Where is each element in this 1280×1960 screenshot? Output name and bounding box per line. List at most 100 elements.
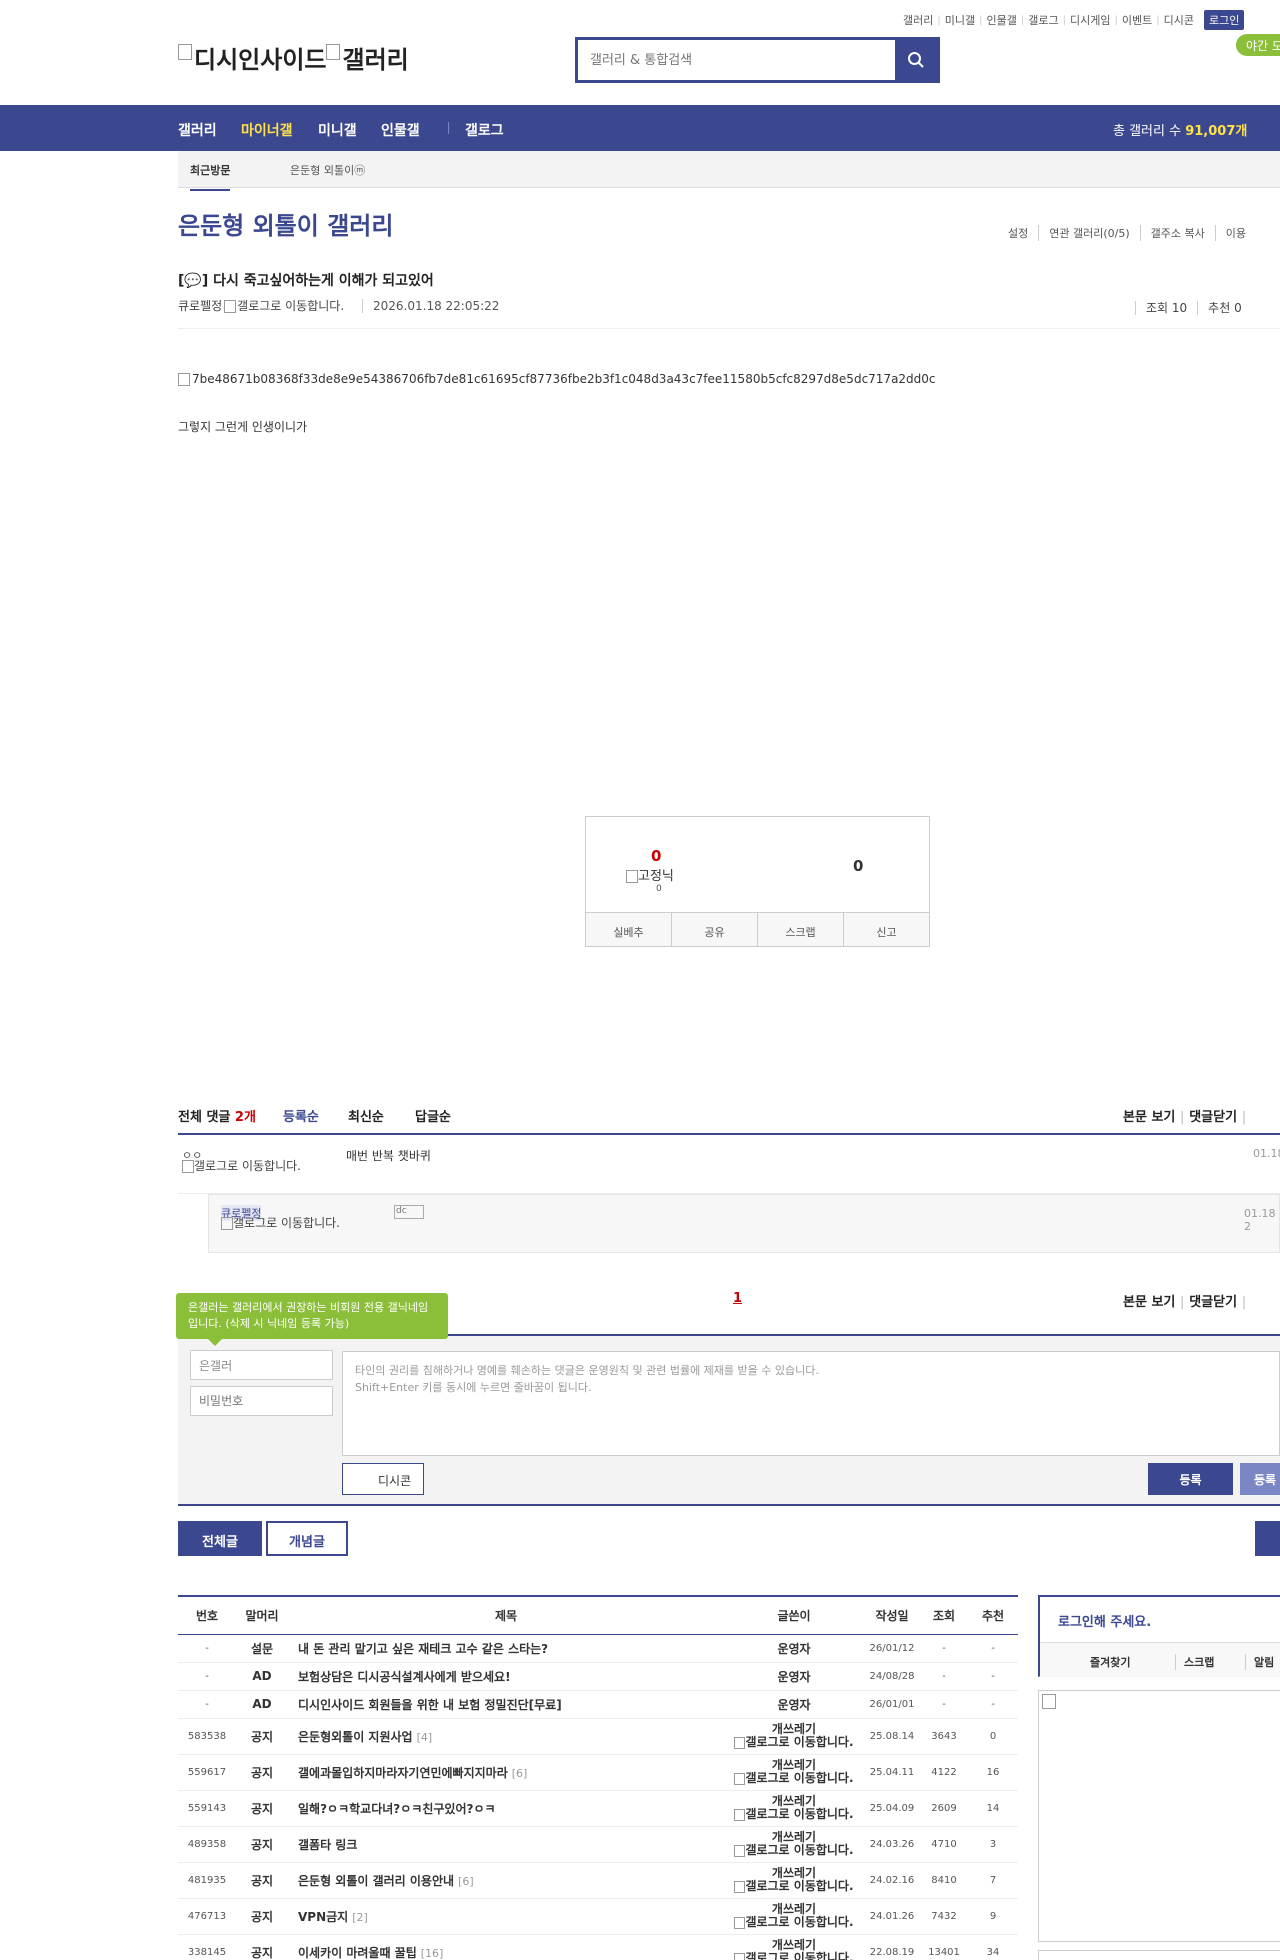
post-image[interactable]: 7be48671b08368f33de8e9e54386706fb7de81c6…: [178, 372, 936, 386]
scrap-link[interactable]: 스크랩: [1175, 1654, 1214, 1670]
post-writer[interactable]: 개쓰레기 갤로그로 이동합니다.: [724, 1790, 864, 1827]
nav-gallog[interactable]: 갤로그: [465, 120, 504, 140]
writer-gallog[interactable]: 갤로그로 이동합니다.: [724, 1844, 864, 1857]
dccon-button[interactable]: 디시콘: [342, 1463, 424, 1495]
recommend-up-count[interactable]: 0: [651, 847, 661, 865]
view-post-link-2[interactable]: 본문 보기: [1123, 1295, 1175, 1310]
table-row[interactable]: 489358 공지 갤폼타 링크 개쓰레기 갤로그로 이동합니다. 24.03.26 471…: [178, 1826, 1018, 1863]
util-link-person[interactable]: 인물갤: [987, 12, 1017, 28]
post-title-link[interactable]: VPN금지 [2]: [288, 1898, 724, 1935]
reply-count[interactable]: [4]: [417, 1731, 433, 1744]
post-writer[interactable]: 운영자: [724, 1690, 864, 1719]
reply-count[interactable]: [6]: [458, 1875, 474, 1888]
util-link-event[interactable]: 이벤트: [1122, 12, 1152, 28]
table-row[interactable]: 559143 공지 일해?ㅇㅋ학교다녀?ㅇㅋ친구있어?ㅇㅋ 개쓰레기 갤로그로 이동합니…: [178, 1790, 1018, 1827]
writer-gallog[interactable]: 갤로그로 이동합니다.: [724, 1880, 864, 1893]
gallery-title[interactable]: 은둔형 외톨이 갤러리: [178, 206, 393, 241]
gallery-settings-link[interactable]: 설정: [1008, 225, 1038, 241]
share-button[interactable]: 공유: [671, 913, 757, 946]
tab-all-posts[interactable]: 전체글: [178, 1521, 262, 1556]
reply-gallog[interactable]: 갤로그로 이동합니다.: [221, 1217, 351, 1230]
post-title-text[interactable]: 은둔형외톨이 지원사업: [298, 1730, 413, 1744]
gallog-icon[interactable]: [224, 300, 237, 313]
post-gallog-alt[interactable]: 갤로그로 이동합니다.: [237, 299, 344, 313]
post-title-link[interactable]: 갤폼타 링크: [288, 1826, 724, 1863]
favorites-link[interactable]: 즐겨찾기: [1090, 1654, 1130, 1670]
post-writer[interactable]: 개쓰레기 갤로그로 이동합니다.: [724, 1754, 864, 1791]
post-title-link[interactable]: 갤에과몰입하지마라자기연민에빠지지마라 [6]: [288, 1754, 724, 1791]
post-title-link[interactable]: 은둔형외톨이 지원사업 [4]: [288, 1718, 724, 1755]
comment-register-button-2[interactable]: 등록: [1240, 1463, 1280, 1495]
report-button[interactable]: 신고: [843, 913, 929, 946]
util-link-gallery[interactable]: 갤러리: [903, 12, 933, 28]
post-title-link[interactable]: 디시인사이드 회원들을 위한 내 보험 정밀진단[무료]: [288, 1690, 724, 1719]
post-title-text[interactable]: 일해?ㅇㅋ학교다녀?ㅇㅋ친구있어?ㅇㅋ: [298, 1802, 496, 1816]
nickname-input[interactable]: [190, 1350, 333, 1380]
post-writer[interactable]: 개쓰레기 갤로그로 이동합니다.: [724, 1826, 864, 1863]
post-title-text[interactable]: 이세카이 마려울때 꿀팁: [298, 1946, 417, 1960]
site-logo[interactable]: 디시인사이드 갤러리: [178, 40, 409, 75]
reply-count[interactable]: [16]: [421, 1947, 444, 1960]
post-title-link[interactable]: 은둔형 외톨이 갤러리 이용안내 [6]: [288, 1862, 724, 1899]
post-writer[interactable]: 개쓰레기 갤로그로 이동합니다.: [724, 1934, 864, 1960]
side-ad-banner[interactable]: [1038, 1690, 1280, 1942]
table-row[interactable]: - AD 디시인사이드 회원들을 위한 내 보험 정밀진단[무료] 운영자 26/01/…: [178, 1690, 1018, 1719]
nav-person[interactable]: 인물갤: [381, 120, 420, 140]
close-comments-link-2[interactable]: 댓글닫기: [1189, 1295, 1237, 1310]
recent-visit-label[interactable]: 최근방문: [190, 162, 231, 191]
table-row[interactable]: 583538 공지 은둔형외톨이 지원사업 [4] 개쓰레기 갤로그로 이동합니다. 25.…: [178, 1718, 1018, 1755]
copy-gallery-url-link[interactable]: 갤주소 복사: [1139, 225, 1215, 241]
table-row[interactable]: 559617 공지 갤에과몰입하지마라자기연민에빠지지마라 [6] 개쓰레기 갤로그로 이…: [178, 1754, 1018, 1791]
post-title-text[interactable]: 갤에과몰입하지마라자기연민에빠지지마라: [298, 1766, 508, 1780]
night-mode-toggle[interactable]: 야간 모드: [1236, 34, 1280, 56]
util-link-game[interactable]: 디시게임: [1070, 12, 1110, 28]
search-button[interactable]: [895, 40, 937, 80]
close-comments-link[interactable]: 댓글닫기: [1189, 1110, 1237, 1125]
table-row[interactable]: 338145 공지 이세카이 마려울때 꿀팁 [16] 개쓰레기 갤로그로 이동합니다. 2…: [178, 1934, 1018, 1960]
table-row[interactable]: - 설문 내 돈 관리 맡기고 싶은 재테크 고수 같은 스타는? 운영자 26/01/…: [178, 1634, 1018, 1663]
util-link-mini[interactable]: 미니갤: [945, 12, 975, 28]
nav-mini[interactable]: 미니갤: [318, 120, 357, 140]
post-title-text[interactable]: 은둔형 외톨이 갤러리 이용안내: [298, 1874, 454, 1888]
table-row[interactable]: - AD 보험상담은 디시공식설계사에게 받으세요! 운영자 24/08/28- -: [178, 1662, 1018, 1691]
reply-count[interactable]: [6]: [512, 1767, 528, 1780]
tab-concept-posts[interactable]: 개념글: [266, 1521, 348, 1556]
table-row[interactable]: 476713 공지 VPN금지 [2] 개쓰레기 갤로그로 이동합니다. 24.01.26 7…: [178, 1898, 1018, 1935]
writer-gallog[interactable]: 갤로그로 이동합니다.: [724, 1952, 864, 1960]
post-title-link[interactable]: 내 돈 관리 맡기고 싶은 재테크 고수 같은 스타는?: [288, 1634, 724, 1663]
post-title-link[interactable]: 이세카이 마려울때 꿀팁 [16]: [288, 1934, 724, 1960]
util-link-gallog[interactable]: 갤로그: [1028, 12, 1058, 28]
side-ad-banner-2[interactable]: [1038, 1950, 1280, 1960]
related-gallery-link[interactable]: 연관 갤러리(0/5): [1038, 225, 1139, 241]
gallery-usage-link[interactable]: 이용: [1214, 225, 1256, 241]
writer-gallog[interactable]: 갤로그로 이동합니다.: [724, 1916, 864, 1929]
sort-registered[interactable]: 등록순: [283, 1106, 319, 1125]
post-author[interactable]: 큐로펠정: [178, 299, 222, 313]
post-writer[interactable]: 개쓰레기 갤로그로 이동합니다.: [724, 1862, 864, 1899]
sort-reply[interactable]: 답글순: [415, 1106, 451, 1125]
view-post-link[interactable]: 본문 보기: [1123, 1110, 1175, 1125]
post-title-link[interactable]: 보험상담은 디시공식설계사에게 받으세요!: [288, 1662, 724, 1691]
comment-register-button[interactable]: 등록: [1148, 1463, 1233, 1495]
table-row[interactable]: 481935 공지 은둔형 외톨이 갤러리 이용안내 [6] 개쓰레기 갤로그로 이동합니…: [178, 1862, 1018, 1899]
login-prompt[interactable]: 로그인해 주세요.: [1058, 1611, 1151, 1630]
nav-minor[interactable]: 마이너갤: [241, 120, 293, 140]
write-button[interactable]: [1255, 1521, 1280, 1556]
writer-gallog[interactable]: 갤로그로 이동합니다.: [724, 1808, 864, 1821]
alarm-link[interactable]: 알림: [1245, 1654, 1274, 1670]
comment-textarea[interactable]: 타인의 권리를 침해하거나 명예를 훼손하는 댓글은 운영원칙 및 관련 법률에…: [342, 1351, 1280, 1456]
password-input[interactable]: [190, 1386, 333, 1416]
comment-gallog[interactable]: 갤로그로 이동합니다.: [182, 1160, 312, 1173]
reply-count[interactable]: [2]: [352, 1911, 368, 1924]
nav-gallery[interactable]: 갤러리: [178, 120, 217, 140]
sort-latest[interactable]: 최신순: [348, 1106, 384, 1125]
scrap-button[interactable]: 스크랩: [757, 913, 843, 946]
recommend-down-count[interactable]: 0: [853, 857, 863, 875]
login-button[interactable]: 로그인: [1203, 10, 1245, 30]
recent-gallery-link[interactable]: 은둔형 외톨이ⓜ: [290, 162, 365, 178]
writer-gallog[interactable]: 갤로그로 이동합니다.: [724, 1736, 864, 1749]
post-title-text[interactable]: 갤폼타 링크: [298, 1838, 357, 1852]
writer-gallog[interactable]: 갤로그로 이동합니다.: [724, 1772, 864, 1785]
search-input[interactable]: [578, 40, 895, 80]
comment-page-current[interactable]: 1: [733, 1291, 742, 1306]
